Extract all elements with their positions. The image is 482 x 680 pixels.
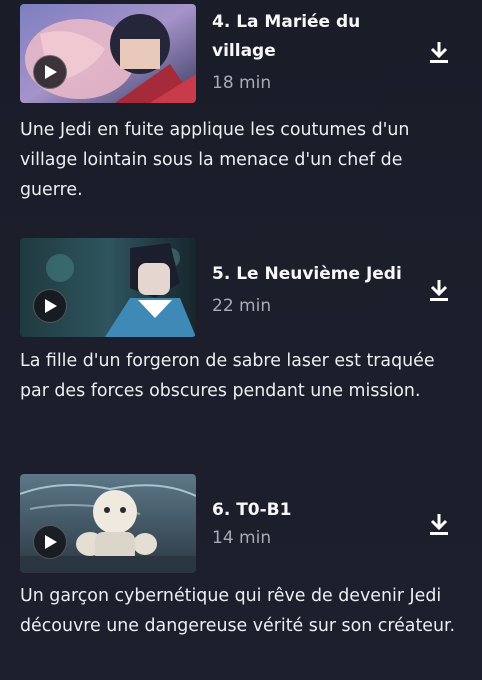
play-icon	[45, 299, 57, 313]
episode-thumbnail[interactable]	[20, 238, 196, 337]
play-button[interactable]	[33, 525, 67, 559]
play-icon	[45, 535, 57, 549]
episode-duration: 22 min	[212, 296, 272, 316]
episode-title[interactable]: 4. La Mariée du village	[212, 8, 412, 66]
download-icon[interactable]	[428, 40, 450, 64]
episode-description: Un garçon cybernétique qui rêve de deven…	[20, 586, 456, 636]
episode-duration: 14 min	[212, 528, 272, 548]
episode-title[interactable]: 5. Le Neuvième Jedi	[212, 260, 442, 289]
download-icon[interactable]	[428, 512, 450, 536]
download-icon[interactable]	[428, 278, 450, 302]
play-button[interactable]	[33, 289, 67, 323]
episode-title[interactable]: 6. T0-B1	[212, 496, 412, 525]
play-icon	[45, 65, 57, 79]
episode-description: La fille d'un forgeron de sabre laser es…	[20, 351, 435, 401]
play-button[interactable]	[33, 55, 67, 89]
episode-thumbnail[interactable]	[20, 4, 196, 103]
episode-description: Une Jedi en fuite applique les coutumes …	[20, 120, 410, 200]
episode-duration: 18 min	[212, 73, 272, 93]
episode-thumbnail[interactable]	[20, 474, 196, 573]
